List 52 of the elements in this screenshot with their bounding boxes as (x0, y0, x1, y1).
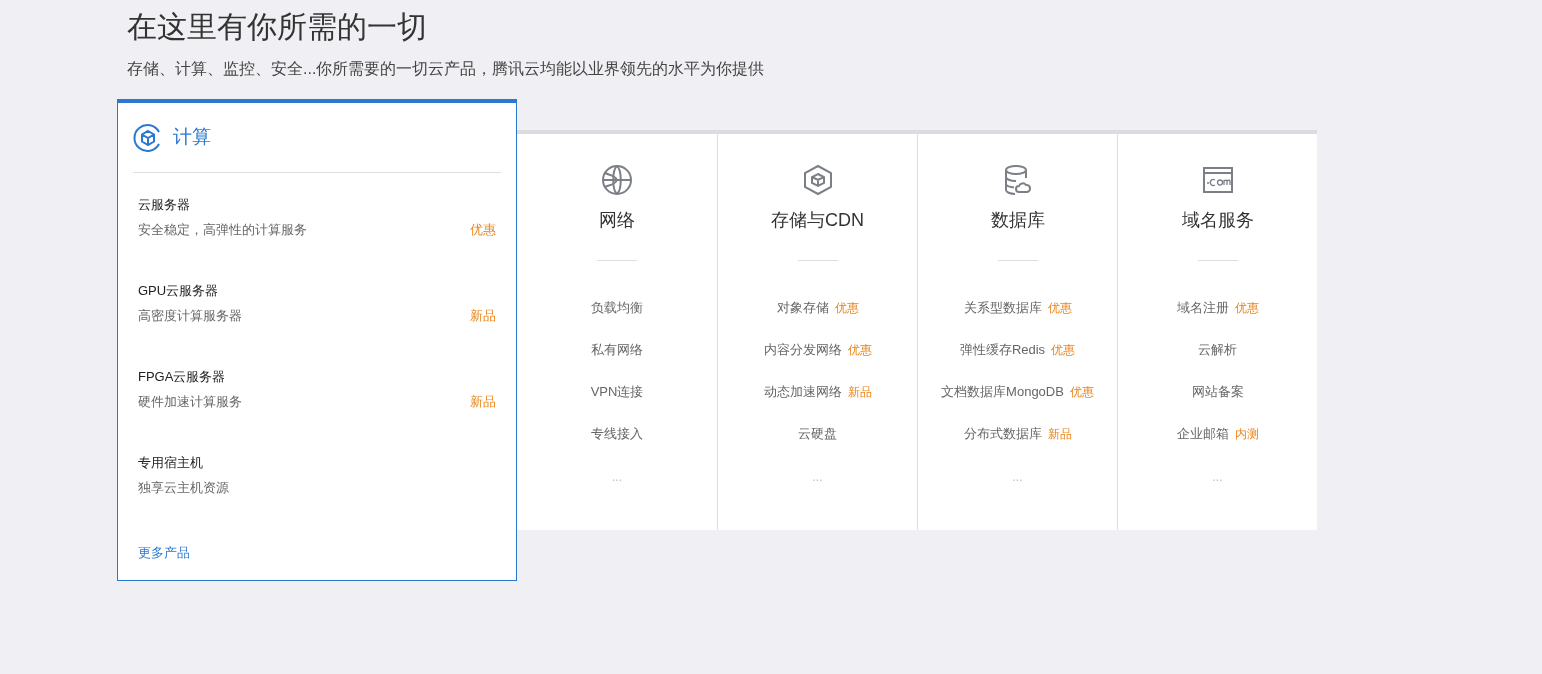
product-link[interactable]: 负载均衡 (591, 298, 643, 318)
product-description: 安全稳定，高弹性的计算服务 (138, 221, 307, 239)
product-item[interactable]: 专用宿主机 独享云主机资源 (138, 453, 496, 539)
more-products-link[interactable]: 更多产品 (133, 543, 195, 563)
product-name: FPGA云服务器 (138, 368, 226, 386)
product-tag: 优惠 (1234, 299, 1259, 317)
product-link[interactable]: 域名注册 (1176, 298, 1229, 318)
product-link[interactable]: 弹性缓存Redis (959, 340, 1046, 360)
product-name: GPU云服务器 (138, 282, 219, 300)
product-tag: 优惠 (470, 220, 496, 240)
product-name: 云服务器 (138, 196, 190, 214)
product-link[interactable]: 关系型数据库 (963, 298, 1042, 318)
category-title: 域名服务 (1181, 209, 1254, 232)
product-tag: 内测 (1234, 425, 1259, 443)
product-tag: 优惠 (834, 299, 859, 317)
product-tag: 优惠 (1069, 383, 1094, 401)
product-link[interactable]: 文档数据库MongoDB (941, 382, 1064, 402)
product-link[interactable]: 云硬盘 (798, 424, 837, 444)
product-tag: 优惠 (847, 341, 872, 359)
product-tag: 优惠 (1047, 299, 1072, 317)
product-link[interactable]: 动态加速网络 (763, 382, 842, 402)
page-heading: 在这里有你所需的一切 (127, 9, 427, 45)
product-item[interactable]: GPU云服务器 高密度计算服务器 新品 (138, 281, 496, 367)
cube-circle-icon (133, 122, 163, 153)
product-link[interactable]: 网站备案 (1191, 382, 1244, 402)
product-link[interactable]: 对象存储 (776, 298, 829, 318)
product-name: 专用宿主机 (138, 454, 203, 472)
product-description: 高密度计算服务器 (138, 307, 242, 325)
domain-com-icon (1201, 164, 1234, 196)
product-item[interactable]: FPGA云服务器 硬件加速计算服务 新品 (138, 367, 496, 453)
page-subheading: 存储、计算、监控、安全...你所需要的一切云产品，腾讯云均能以业界领先的水平为你提供 (127, 59, 765, 79)
product-link[interactable]: 分布式数据库 (963, 424, 1042, 444)
product-link[interactable]: VPN连接 (590, 382, 644, 402)
product-item[interactable]: 云服务器 安全稳定，高弹性的计算服务 优惠 (138, 195, 496, 281)
product-description: 独享云主机资源 (138, 479, 229, 497)
product-link[interactable]: 云解析 (1198, 340, 1237, 360)
cube-icon (801, 164, 834, 196)
card-title: 计算 (173, 125, 211, 150)
product-tag: 优惠 (1051, 341, 1076, 359)
product-link[interactable]: 私有网络 (591, 340, 643, 360)
product-link[interactable]: 内容分发网络 (763, 340, 842, 360)
globe-icon (601, 164, 633, 196)
product-link[interactable]: 专线接入 (591, 424, 643, 444)
product-description: 硬件加速计算服务 (138, 393, 242, 411)
product-tag: 新品 (1047, 425, 1072, 443)
category-title: 网络 (599, 209, 635, 232)
category-title: 存储与CDN (771, 209, 864, 232)
product-link[interactable]: 企业邮箱 (1176, 424, 1229, 444)
product-tag: 新品 (470, 392, 496, 412)
product-tag: 新品 (470, 306, 496, 326)
product-tag: 新品 (847, 383, 872, 401)
category-title: 数据库 (990, 209, 1045, 232)
